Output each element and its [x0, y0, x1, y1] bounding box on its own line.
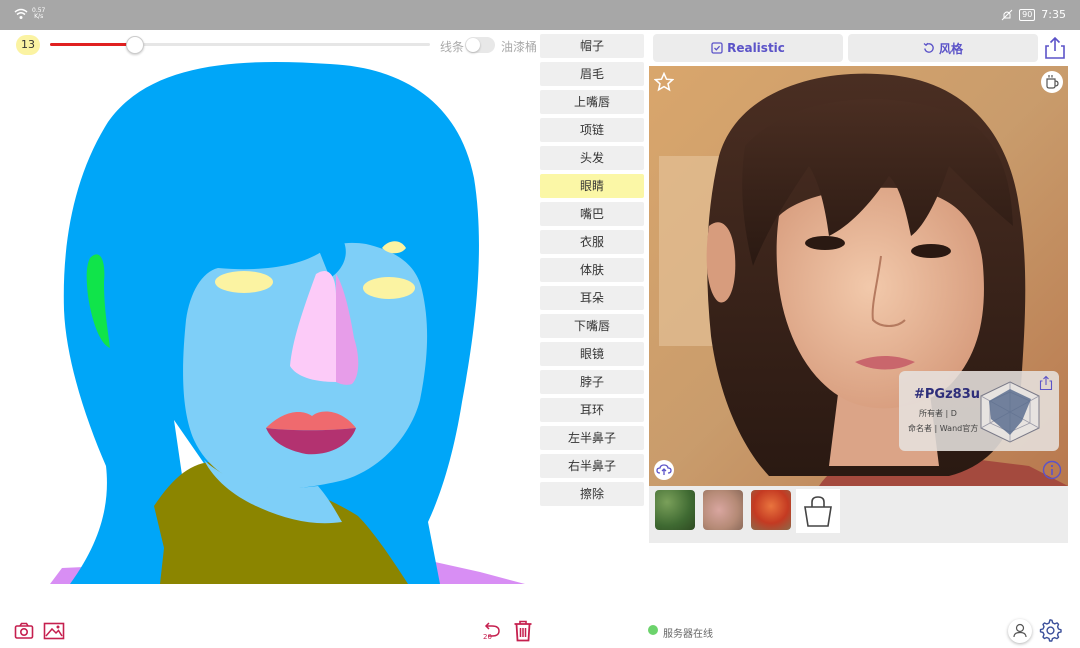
server-status-text: 服务器在线 [663, 629, 713, 640]
undo-count: 20 [483, 633, 492, 641]
check-icon [711, 42, 723, 54]
star-icon[interactable] [653, 71, 675, 92]
result-id: #PGz83u [914, 387, 981, 402]
drawing-canvas[interactable] [50, 60, 530, 585]
label-item[interactable]: 帽子 [540, 34, 644, 58]
label-list: 帽子眉毛上嘴唇项链头发眼睛嘴巴衣服体肤耳朵下嘴唇眼镜脖子耳环左半鼻子右半鼻子擦除 [540, 34, 644, 510]
camera-icon[interactable] [14, 622, 34, 644]
style-strip [649, 486, 1068, 543]
battery-icon: 90 [1019, 8, 1036, 21]
card-share-icon[interactable] [1039, 375, 1053, 391]
slider-fill [50, 43, 134, 46]
realistic-label: Realistic [727, 41, 785, 55]
server-status-dot [648, 625, 658, 635]
label-item[interactable]: 眼睛 [540, 174, 644, 198]
line-mode-label: 线条 [440, 40, 465, 54]
label-item[interactable]: 嘴巴 [540, 202, 644, 226]
label-item[interactable]: 项链 [540, 118, 644, 142]
style-store-button[interactable] [796, 489, 840, 533]
bag-icon [804, 496, 832, 527]
label-item[interactable]: 脖子 [540, 370, 644, 394]
toggle-knob [466, 38, 480, 52]
clock: 7:35 [1041, 8, 1066, 21]
upload-icon[interactable] [654, 460, 674, 480]
left-eye-region [215, 271, 273, 293]
style-label: 风格 [938, 41, 963, 56]
photo-right-eye [911, 244, 951, 258]
label-item[interactable]: 右半鼻子 [540, 454, 644, 478]
status-right: 90 7:35 [1001, 8, 1066, 21]
label-item[interactable]: 擦除 [540, 482, 644, 506]
label-item[interactable]: 头发 [540, 146, 644, 170]
label-item[interactable]: 下嘴唇 [540, 314, 644, 338]
paint-bucket-label: 油漆桶 [501, 40, 538, 54]
info-icon[interactable] [1042, 460, 1062, 480]
style-thumb-leaves[interactable] [655, 490, 695, 530]
status-bar: 0.57 K/s 90 7:35 [0, 0, 1080, 30]
right-eye-region [363, 277, 415, 299]
label-item[interactable]: 耳环 [540, 398, 644, 422]
gallery-icon[interactable] [43, 622, 65, 644]
undo-icon[interactable]: 20 [482, 620, 504, 646]
brush-size-badge: 13 [16, 35, 40, 55]
result-owner: 所有者 | D [919, 409, 957, 418]
label-item[interactable]: 眼镜 [540, 342, 644, 366]
label-item[interactable]: 眉毛 [540, 62, 644, 86]
share-icon[interactable] [1044, 36, 1066, 60]
label-item[interactable]: 体肤 [540, 258, 644, 282]
result-namer: 命名者 | Wand官方 [908, 424, 979, 433]
style-thumb-floral[interactable] [703, 490, 743, 530]
refresh-icon [923, 42, 934, 53]
cup-icon[interactable] [1041, 71, 1063, 93]
user-icon[interactable] [1008, 619, 1032, 643]
network-speed-unit: K/s [34, 13, 44, 20]
mode-toggle[interactable] [465, 37, 495, 53]
network-speed: 0.57 K/s [32, 8, 45, 20]
realistic-button[interactable]: Realistic [653, 34, 843, 62]
label-item[interactable]: 上嘴唇 [540, 90, 644, 114]
trash-icon[interactable] [513, 620, 533, 646]
style-thumb-flowers[interactable] [751, 490, 791, 530]
silent-icon [1001, 9, 1013, 20]
brush-size-slider[interactable] [50, 36, 430, 54]
slider-thumb[interactable] [125, 36, 144, 54]
result-info-card[interactable]: #PGz83u 所有者 | D 命名者 | Wand官方 [899, 371, 1059, 451]
label-item[interactable]: 衣服 [540, 230, 644, 254]
label-item[interactable]: 左半鼻子 [540, 426, 644, 450]
label-item[interactable]: 耳朵 [540, 286, 644, 310]
gear-icon[interactable] [1038, 618, 1062, 642]
photo-left-eye [805, 236, 845, 250]
radar-chart-icon [980, 381, 1040, 443]
wifi-icon [14, 8, 28, 19]
status-left: 0.57 K/s [14, 8, 45, 20]
style-button[interactable]: 风格 [848, 34, 1038, 62]
